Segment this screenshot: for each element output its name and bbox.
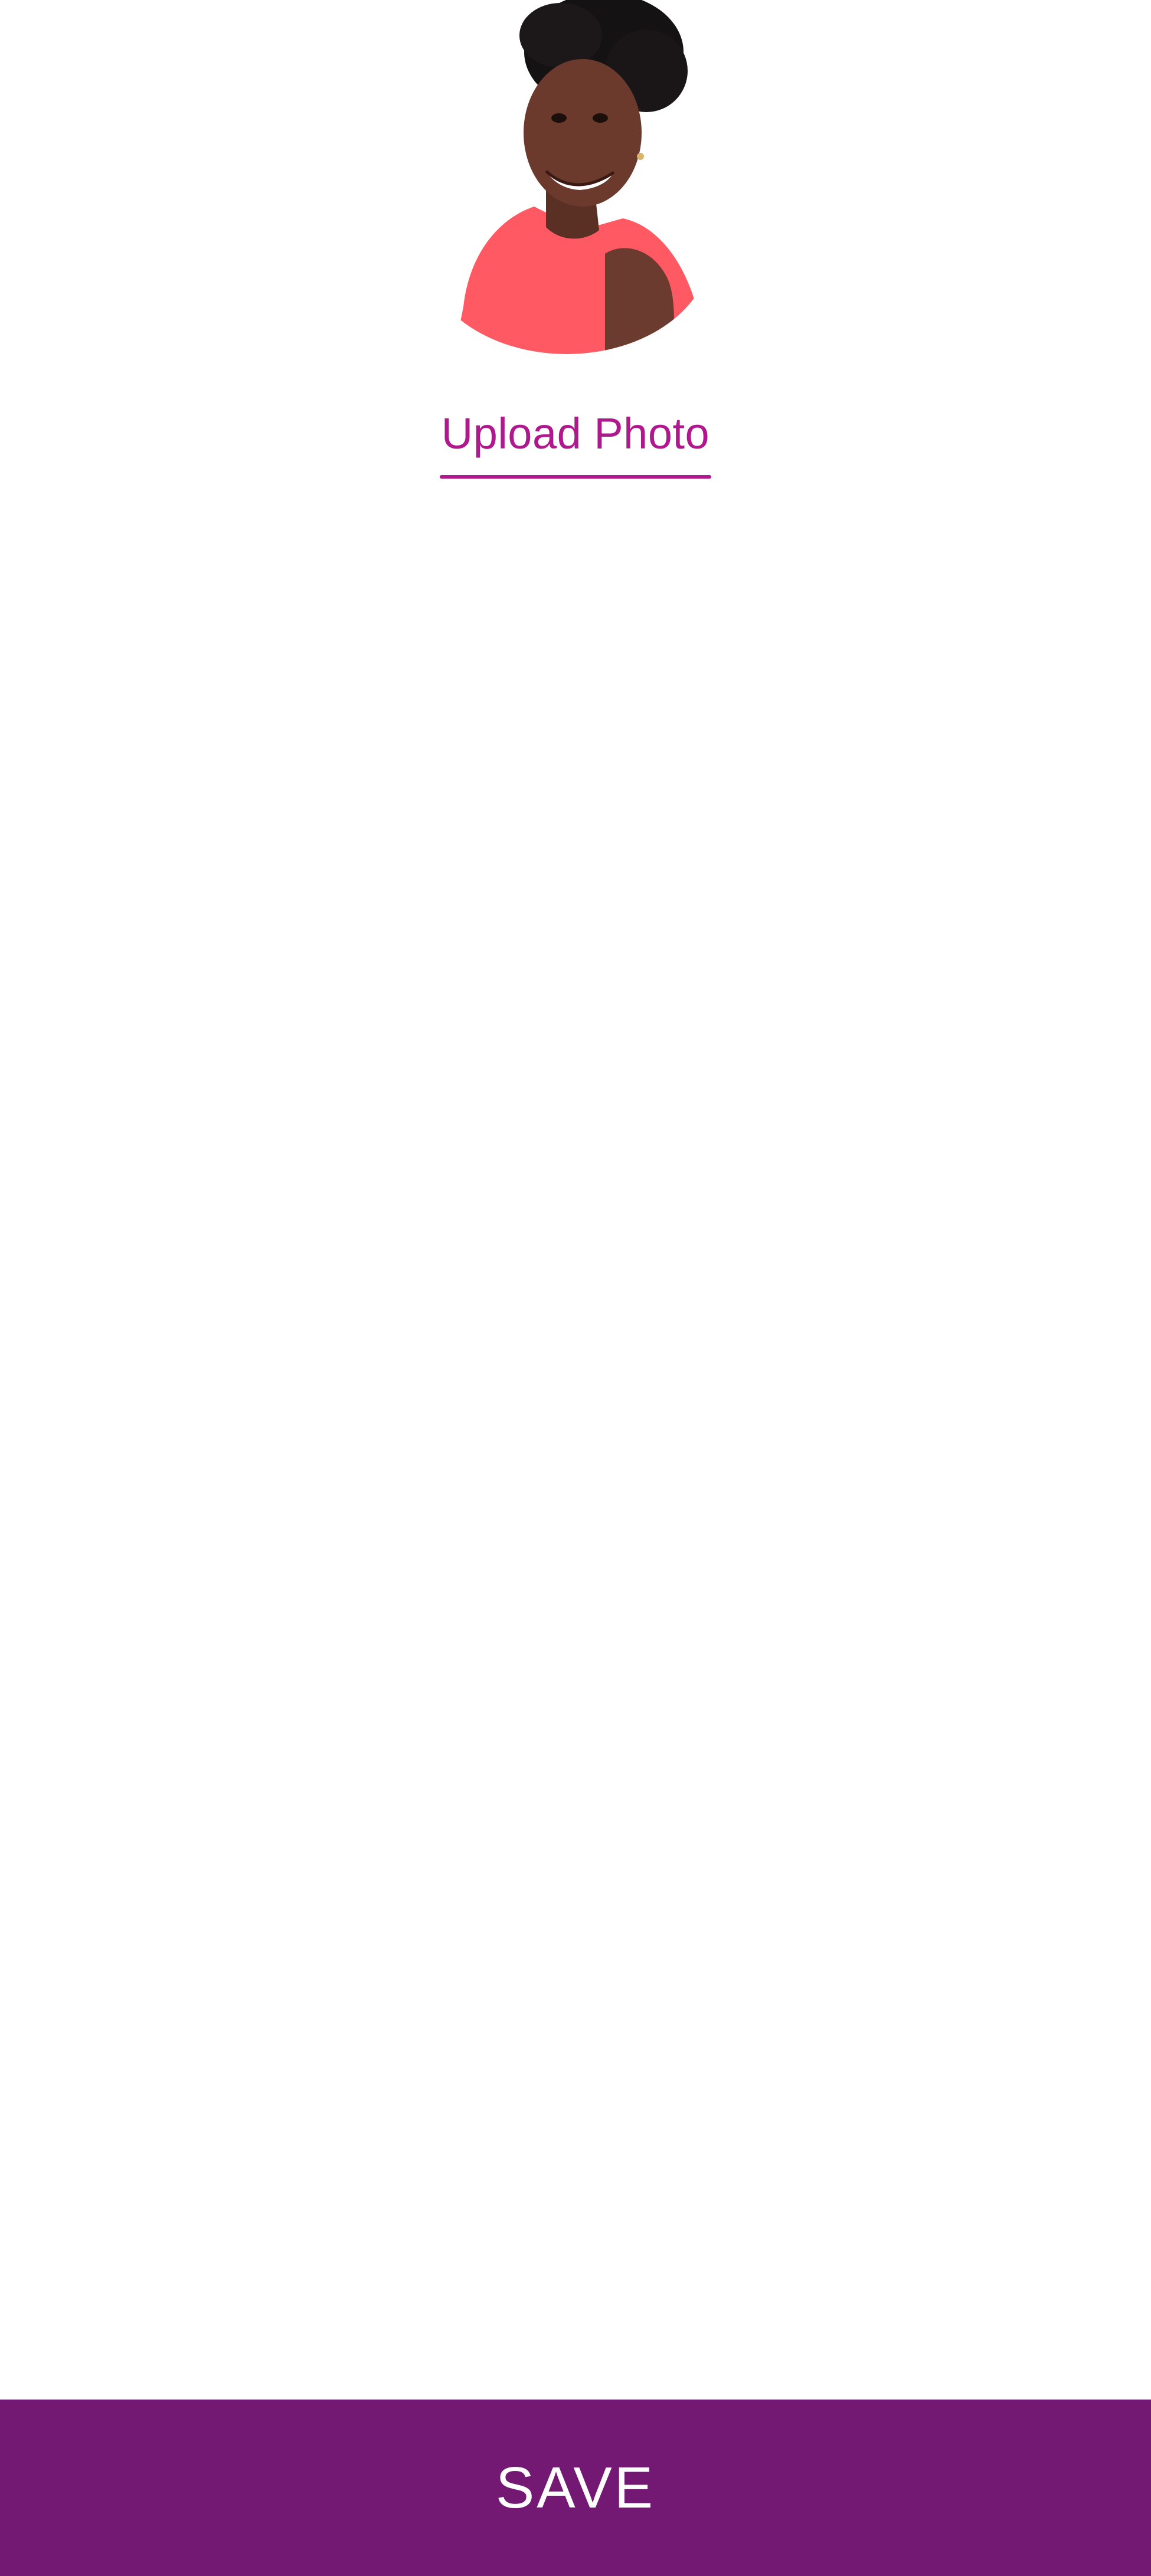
upload-photo-link[interactable]: Upload Photo xyxy=(434,407,717,460)
save-button-label: SAVE xyxy=(495,2455,656,2520)
save-button[interactable]: SAVE xyxy=(0,2400,1151,2576)
profile-photo-screen: Upload Photo SAVE xyxy=(0,0,1151,2576)
upload-photo-underline xyxy=(440,475,711,479)
profile-avatar[interactable] xyxy=(428,0,723,354)
profile-photo-image xyxy=(428,0,711,354)
